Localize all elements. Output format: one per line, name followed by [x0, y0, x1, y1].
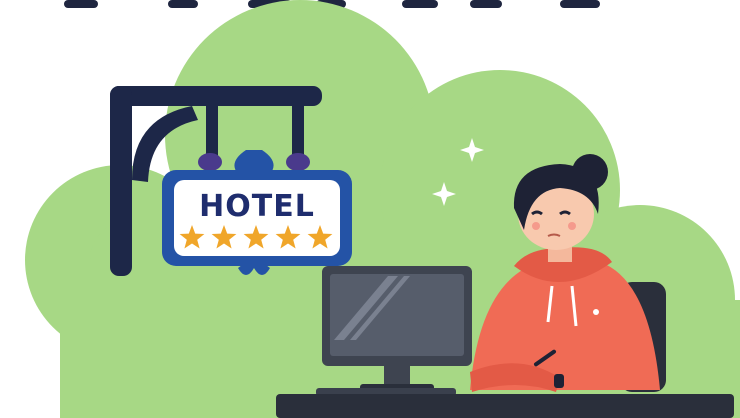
sign-label: HOTEL: [199, 189, 315, 224]
desk: [276, 394, 734, 418]
hotel-illustration: HOTEL: [0, 0, 740, 418]
